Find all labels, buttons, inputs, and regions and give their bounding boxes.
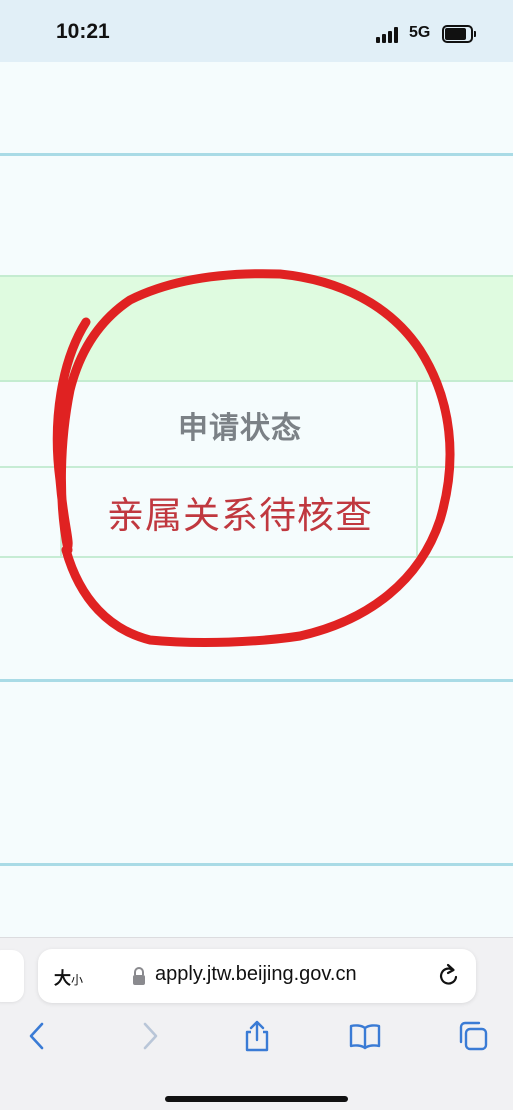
page-content: 申请状态 亲属关系待核查 <box>0 62 513 937</box>
home-indicator[interactable] <box>165 1096 348 1102</box>
status-bar: 10:21 5G <box>0 0 513 62</box>
battery-icon <box>442 25 476 43</box>
lock-icon <box>133 967 145 985</box>
table-row-divider <box>0 556 513 558</box>
tabs-icon[interactable] <box>457 1020 489 1052</box>
chevron-left-icon[interactable] <box>22 1020 54 1052</box>
text-size-button[interactable]: 大小 <box>54 964 83 989</box>
url-text: apply.jtw.beijing.gov.cn <box>155 963 357 985</box>
application-status-value: 亲属关系待核查 <box>107 494 373 537</box>
address-bar[interactable]: 大小 apply.jtw.beijing.gov.cn <box>38 949 476 1003</box>
text-size-small-label: 小 <box>71 973 84 987</box>
divider <box>0 679 513 682</box>
signal-icon <box>376 27 400 43</box>
status-time: 10:21 <box>56 20 110 43</box>
share-icon[interactable] <box>241 1020 273 1052</box>
text-size-big-label: 大 <box>54 969 71 989</box>
divider <box>0 863 513 866</box>
status-column-header: 申请状态 <box>178 411 302 446</box>
browser-toolbar: 大小 apply.jtw.beijing.gov.cn <box>0 937 513 1110</box>
table-header-band <box>0 275 513 382</box>
network-type: 5G <box>409 24 431 41</box>
book-icon[interactable] <box>349 1020 381 1052</box>
previous-tab-preview[interactable] <box>0 950 24 1002</box>
chevron-right-icon[interactable] <box>133 1020 165 1052</box>
reload-icon[interactable] <box>437 963 461 989</box>
divider <box>0 153 513 156</box>
